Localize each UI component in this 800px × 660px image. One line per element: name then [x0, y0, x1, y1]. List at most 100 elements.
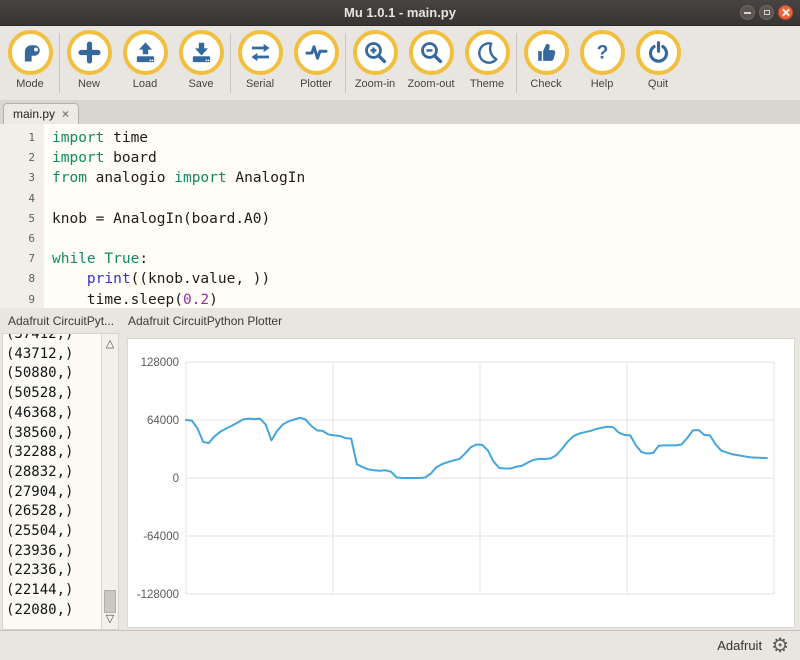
code-line	[52, 189, 800, 209]
code-line: from analogio import AnalogIn	[52, 168, 800, 188]
code-line: import time	[52, 128, 800, 148]
y-axis-tick-label: -128000	[137, 589, 179, 601]
mode-status-label: Adafruit	[717, 638, 762, 653]
code-text-area[interactable]: import timeimport boardfrom analogio imp…	[44, 124, 800, 308]
toolbar-button-label: Serial	[246, 78, 274, 90]
toolbar-separator	[230, 33, 231, 93]
pane-headers: Adafruit CircuitPyt... Adafruit CircuitP…	[0, 308, 800, 333]
serial-line: (26528,)	[6, 502, 101, 522]
serial-line: (37412,)	[6, 333, 101, 345]
toolbar-button-label: Zoom-out	[407, 78, 454, 90]
line-number: 9	[0, 290, 35, 308]
code-line: print((knob.value, ))	[52, 269, 800, 289]
plotter-icon	[294, 30, 339, 75]
serial-line: (22336,)	[6, 561, 101, 581]
mu-editor-window: Mu 1.0.1 - main.py Mode New LoadSave Serial…	[0, 0, 800, 660]
toolbar-separator	[345, 33, 346, 93]
toolbar-plotter-button[interactable]: Plotter	[288, 30, 344, 90]
serial-line: (46368,)	[6, 404, 101, 424]
toolbar-button-label: Plotter	[300, 78, 332, 90]
line-number: 3	[0, 168, 35, 188]
plotter-chart: 128000 64000 0 -64000 -128000	[128, 339, 794, 627]
serial-line: (22144,)	[6, 581, 101, 601]
serial-icon	[238, 30, 283, 75]
serial-pane: (37412,)(43712,)(50880,)(50528,)(46368,)…	[2, 333, 119, 630]
y-axis-tick-label: 0	[173, 473, 179, 485]
toolbar-button-label: Theme	[470, 78, 504, 90]
serial-line: (22080,)	[6, 601, 101, 621]
window-controls	[740, 0, 793, 25]
line-number: 5	[0, 209, 35, 229]
toolbar-button-label: Check	[530, 78, 561, 90]
close-button[interactable]	[778, 5, 793, 20]
serial-pane-title: Adafruit CircuitPyt...	[0, 314, 120, 328]
tab-main-py[interactable]: main.py ×	[3, 103, 79, 124]
scroll-down-button[interactable]: ▽	[102, 612, 118, 626]
toolbar-new-button[interactable]: New	[61, 30, 117, 90]
maximize-button[interactable]	[759, 5, 774, 20]
maximize-icon	[764, 10, 770, 15]
save-icon	[179, 30, 224, 75]
toolbar-load-button[interactable]: Load	[117, 30, 173, 90]
serial-line: (28832,)	[6, 463, 101, 483]
scroll-up-button[interactable]: △	[102, 337, 118, 351]
toolbar-help-button[interactable]: ? Help	[574, 30, 630, 90]
load-icon	[123, 30, 168, 75]
bottom-split: (37412,)(43712,)(50880,)(50528,)(46368,)…	[0, 333, 800, 630]
tab-label: main.py	[13, 107, 55, 121]
toolbar-button-label: Mode	[16, 78, 44, 90]
toolbar-mode-button[interactable]: Mode	[2, 30, 58, 90]
status-bar: Adafruit ⚙	[0, 630, 800, 660]
minimize-button[interactable]	[740, 5, 755, 20]
y-axis-tick-label: 128000	[141, 357, 179, 369]
minimize-icon	[744, 12, 751, 14]
help-icon: ?	[580, 30, 625, 75]
y-axis-tick-label: 64000	[147, 415, 179, 427]
serial-line: (23936,)	[6, 542, 101, 562]
scrollbar-thumb[interactable]	[104, 590, 116, 613]
serial-line: (43712,)	[6, 345, 101, 365]
code-line: knob = AnalogIn(board.A0)	[52, 209, 800, 229]
tab-close-icon[interactable]: ×	[62, 108, 69, 120]
code-line	[52, 229, 800, 249]
code-editor[interactable]: 123456789 import timeimport boardfrom an…	[0, 124, 800, 308]
y-axis-tick-label: -64000	[143, 531, 179, 543]
toolbar-button-label: Help	[591, 78, 614, 90]
serial-line: (50880,)	[6, 364, 101, 384]
toolbar: Mode New LoadSave Serial Plotter Zoom-in Zoom-…	[0, 26, 800, 100]
toolbar-button-label: New	[78, 78, 100, 90]
serial-output[interactable]: (37412,)(43712,)(50880,)(50528,)(46368,)…	[3, 333, 101, 629]
quit-icon	[636, 30, 681, 75]
gear-icon[interactable]: ⚙	[771, 636, 789, 656]
svg-text:?: ?	[596, 43, 608, 64]
close-icon	[781, 8, 790, 17]
line-number: 4	[0, 189, 35, 209]
toolbar-zoom-out-button[interactable]: Zoom-out	[403, 30, 459, 90]
line-number: 2	[0, 148, 35, 168]
toolbar-check-button[interactable]: Check	[518, 30, 574, 90]
toolbar-save-button[interactable]: Save	[173, 30, 229, 90]
line-number: 8	[0, 269, 35, 289]
toolbar-button-label: Zoom-in	[355, 78, 395, 90]
line-number: 1	[0, 128, 35, 148]
toolbar-quit-button[interactable]: Quit	[630, 30, 686, 90]
tab-bar: main.py ×	[0, 100, 800, 124]
code-line: import board	[52, 148, 800, 168]
toolbar-zoom-in-button[interactable]: Zoom-in	[347, 30, 403, 90]
toolbar-theme-button[interactable]: Theme	[459, 30, 515, 90]
serial-line: (38560,)	[6, 424, 101, 444]
plotter-data-line	[186, 418, 767, 478]
mode-icon	[8, 30, 53, 75]
window-title: Mu 1.0.1 - main.py	[344, 5, 456, 20]
line-number-gutter: 123456789	[0, 124, 44, 308]
zoom-out-icon	[409, 30, 454, 75]
zoom-in-icon	[353, 30, 398, 75]
plotter-panel: 128000 64000 0 -64000 -128000	[127, 338, 795, 628]
serial-scrollbar[interactable]: △ ▽	[101, 334, 118, 629]
plotter-pane-title: Adafruit CircuitPython Plotter	[120, 314, 282, 328]
toolbar-serial-button[interactable]: Serial	[232, 30, 288, 90]
code-line: time.sleep(0.2)	[52, 290, 800, 308]
serial-line: (32288,)	[6, 443, 101, 463]
toolbar-separator	[516, 33, 517, 93]
line-number: 7	[0, 249, 35, 269]
